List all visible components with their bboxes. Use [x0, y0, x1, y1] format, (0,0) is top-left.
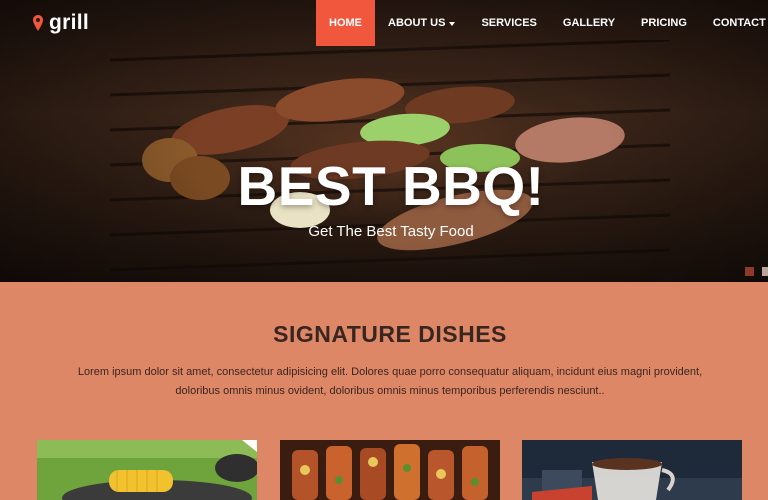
section-description-line-1: Lorem ipsum dolor sit amet, consectetur … [77, 366, 703, 378]
grilled-corn-image [37, 440, 257, 500]
nav-home-label: HOME [329, 17, 362, 29]
nav-about-us[interactable]: ABOUT US [375, 0, 468, 46]
slider-dot-2[interactable] [762, 267, 768, 276]
brand-name: grill [49, 11, 90, 34]
hero-subtitle: Get The Best Tasty Food [308, 223, 474, 240]
slider-dot-1[interactable] [745, 267, 754, 276]
brand-logo[interactable]: grill [33, 10, 89, 36]
nav-contact[interactable]: CONTACT [700, 0, 768, 46]
nav-gallery[interactable]: GALLERY [550, 0, 628, 46]
nav-contact-label: CONTACT [712, 17, 766, 29]
skewers-image [280, 440, 500, 500]
section-description: Lorem ipsum dolor sit amet, consectetur … [70, 363, 710, 401]
dish-card-skewers[interactable] [280, 440, 500, 500]
dish-card-grilled-corn[interactable] [37, 440, 257, 500]
map-pin-icon [33, 15, 43, 31]
nav-pricing-label: PRICING [641, 17, 687, 29]
nav-home[interactable]: HOME [316, 0, 375, 46]
hero-title: BEST BBQ! [237, 155, 545, 217]
nav-pricing[interactable]: PRICING [628, 0, 700, 46]
section-description-line-2: doloribus omnis minus ovident, doloribus… [175, 385, 605, 397]
nav-services[interactable]: SERVICES [468, 0, 549, 46]
slider-pagination [745, 267, 768, 276]
section-title: SIGNATURE DISHES [273, 321, 507, 347]
chevron-down-icon [449, 21, 456, 26]
coffee-cup-image [522, 440, 742, 500]
dish-card-coffee[interactable] [522, 440, 742, 500]
nav-about-us-label: ABOUT US [388, 17, 446, 29]
nav-services-label: SERVICES [481, 17, 537, 29]
main-nav: HOME ABOUT US SERVICES GALLERY PRICING C… [316, 0, 768, 46]
nav-gallery-label: GALLERY [562, 17, 616, 29]
